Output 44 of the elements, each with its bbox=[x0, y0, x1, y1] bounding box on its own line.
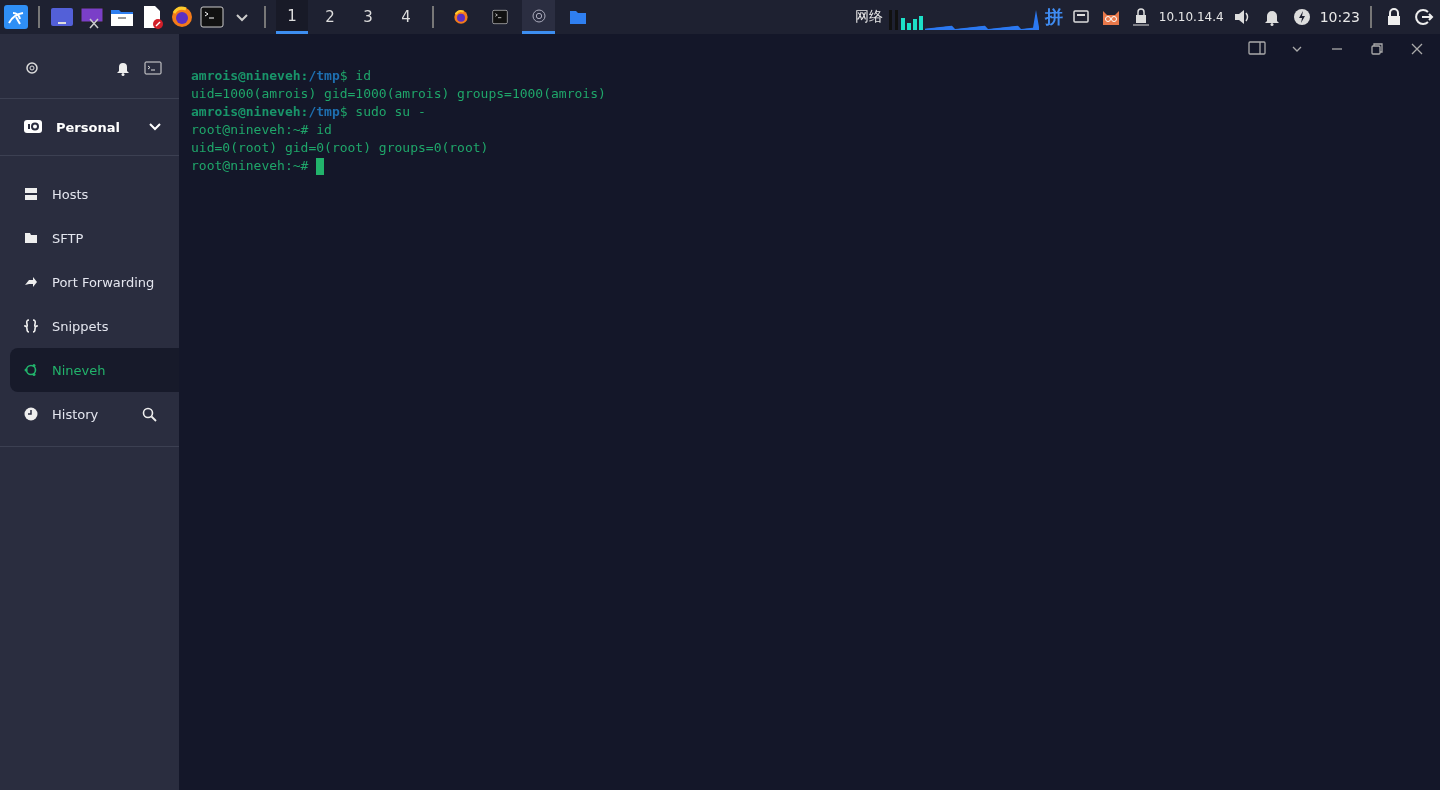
power-bolt-icon[interactable] bbox=[1291, 7, 1312, 27]
terminal-icon[interactable] bbox=[200, 5, 224, 29]
vpn-lock-icon[interactable] bbox=[1130, 7, 1151, 27]
sidebar-item[interactable]: SFTP bbox=[0, 216, 179, 260]
workspace-button[interactable]: 1 bbox=[276, 0, 308, 34]
workspace-button[interactable]: 2 bbox=[314, 0, 346, 34]
firefox-icon[interactable] bbox=[170, 5, 194, 29]
vault-icon bbox=[24, 119, 42, 135]
desktop-icon[interactable] bbox=[50, 5, 74, 29]
terminal-icon bbox=[491, 9, 508, 25]
firefox-icon bbox=[452, 9, 469, 25]
forward-arrow-icon bbox=[24, 275, 38, 289]
folder-icon bbox=[569, 10, 586, 24]
sidebar-item[interactable]: Port Forwarding bbox=[0, 260, 179, 304]
side-panel-icon[interactable] bbox=[1248, 40, 1266, 58]
sidebar-item[interactable]: Nineveh bbox=[10, 348, 179, 392]
sidebar-item[interactable]: Snippets bbox=[0, 304, 179, 348]
ubuntu-icon bbox=[24, 363, 38, 377]
network-label: 网络 bbox=[854, 8, 883, 26]
terminal-line: uid=0(root) gid=0(root) groups=0(root) bbox=[191, 139, 490, 157]
task-button[interactable] bbox=[522, 0, 555, 34]
terminal-line: root@nineveh:~# bbox=[191, 157, 1428, 175]
sidebar-item[interactable]: History bbox=[0, 392, 179, 436]
braces-icon bbox=[24, 319, 38, 333]
ip-address: 10.10.14.4 bbox=[1158, 10, 1224, 24]
clock-icon bbox=[24, 407, 38, 421]
terminal-line: amrois@nineveh:/tmp$ id bbox=[191, 67, 373, 85]
chevron-down-icon bbox=[149, 123, 161, 131]
workspace-button[interactable]: 4 bbox=[390, 0, 422, 34]
clock: 10:23 bbox=[1319, 9, 1360, 25]
bell-icon[interactable] bbox=[116, 60, 130, 76]
workspace-button[interactable]: 3 bbox=[352, 0, 384, 34]
terminal-icon[interactable] bbox=[144, 61, 162, 75]
terminal-line: root@nineveh:~# id bbox=[191, 121, 333, 139]
screenshot-icon[interactable] bbox=[80, 5, 104, 29]
terminal-line: amrois@nineveh:/tmp$ sudo su - bbox=[191, 103, 427, 121]
folder-icon bbox=[24, 231, 38, 245]
input-method-indicator[interactable]: 拼 bbox=[1044, 5, 1063, 29]
server-icon bbox=[24, 187, 38, 201]
search-icon[interactable] bbox=[142, 406, 157, 422]
sidebar-item[interactable]: Hosts bbox=[0, 172, 179, 216]
logout-icon[interactable] bbox=[1414, 7, 1434, 27]
restore-icon[interactable] bbox=[1368, 40, 1386, 58]
terminal-line: uid=1000(amrois) gid=1000(amrois) groups=1000(amrois) bbox=[191, 85, 607, 103]
